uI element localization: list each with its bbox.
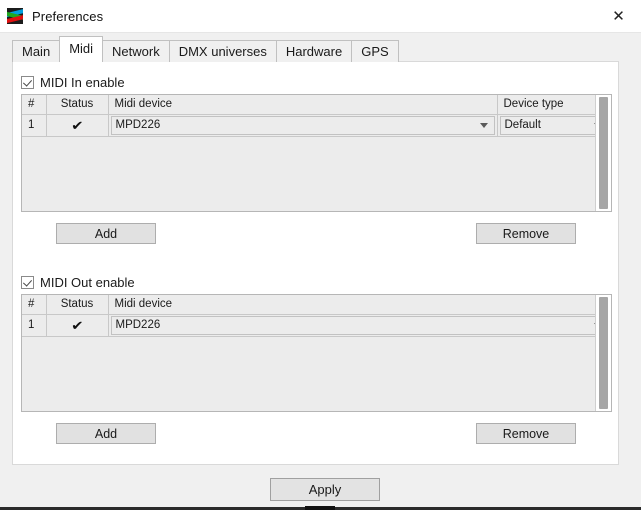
midi-in-table-grid: # Status Midi device Device type 1 ✔ MPD… bbox=[22, 95, 611, 137]
close-icon[interactable]: ✕ bbox=[596, 0, 641, 31]
midi-in-device-value: MPD226 bbox=[115, 119, 161, 131]
cell-index: 1 bbox=[22, 114, 47, 137]
tab-hardware[interactable]: Hardware bbox=[275, 40, 353, 62]
col-header-midi-device: Midi device bbox=[108, 95, 498, 115]
table-header-row: # Status Midi device Device type bbox=[22, 95, 611, 115]
status-check-icon: ✔ bbox=[70, 317, 84, 333]
midi-in-table-empty-area bbox=[22, 157, 595, 211]
tab-network[interactable]: Network bbox=[102, 40, 170, 62]
chevron-down-icon bbox=[479, 123, 488, 128]
tab-bar: Main Midi Network DMX universes Hardware… bbox=[12, 36, 399, 62]
midi-out-device-value: MPD226 bbox=[115, 319, 161, 331]
cell-status: ✔ bbox=[46, 114, 109, 137]
midi-out-enable-checkbox[interactable]: MIDI Out enable bbox=[21, 275, 135, 290]
cell-status: ✔ bbox=[46, 314, 109, 337]
midi-in-device-dropdown[interactable]: MPD226 bbox=[110, 115, 495, 135]
midi-in-remove-button[interactable]: Remove bbox=[476, 223, 576, 244]
midi-in-table-scrollbar[interactable] bbox=[595, 95, 611, 211]
status-check-icon: ✔ bbox=[70, 117, 84, 133]
table-row[interactable]: 1 ✔ MPD226 Default bbox=[22, 114, 611, 137]
midi-in-table[interactable]: # Status Midi device Device type 1 ✔ MPD… bbox=[21, 94, 612, 212]
midi-out-table-scrollbar[interactable] bbox=[595, 295, 611, 411]
midi-in-device-type-value: Default bbox=[504, 119, 541, 131]
midi-out-enable-label: MIDI Out enable bbox=[40, 275, 135, 290]
window-title-bar: Preferences ✕ bbox=[0, 0, 641, 33]
col-header-status: Status bbox=[46, 295, 109, 315]
col-header-status: Status bbox=[46, 95, 109, 115]
midi-in-enable-label: MIDI In enable bbox=[40, 75, 125, 90]
scrollbar-thumb[interactable] bbox=[599, 297, 608, 409]
table-header-row: # Status Midi device bbox=[22, 295, 611, 315]
col-header-index: # bbox=[22, 295, 47, 315]
tab-gps[interactable]: GPS bbox=[351, 40, 399, 62]
col-header-device-type: Device type bbox=[497, 95, 611, 115]
midi-in-enable-checkbox[interactable]: MIDI In enable bbox=[21, 75, 125, 90]
midi-out-table-empty-area bbox=[22, 357, 595, 411]
app-logo-icon bbox=[7, 8, 23, 24]
midi-out-add-button[interactable]: Add bbox=[56, 423, 156, 444]
window-title: Preferences bbox=[32, 8, 104, 24]
table-row[interactable]: 1 ✔ MPD226 bbox=[22, 314, 611, 337]
cell-device-type[interactable]: Default bbox=[497, 114, 611, 137]
midi-out-table[interactable]: # Status Midi device 1 ✔ MPD226 bbox=[21, 294, 612, 412]
tab-dmx-universes[interactable]: DMX universes bbox=[168, 40, 277, 62]
midi-out-device-dropdown[interactable]: MPD226 bbox=[110, 315, 609, 335]
midi-out-remove-button[interactable]: Remove bbox=[476, 423, 576, 444]
window-bottom-handle bbox=[305, 506, 335, 510]
col-header-midi-device: Midi device bbox=[108, 295, 611, 315]
checkbox-box bbox=[21, 276, 34, 289]
cell-midi-device[interactable]: MPD226 bbox=[108, 314, 611, 337]
scrollbar-thumb[interactable] bbox=[599, 97, 608, 209]
midi-in-add-button[interactable]: Add bbox=[56, 223, 156, 244]
col-header-index: # bbox=[22, 95, 47, 115]
cell-midi-device[interactable]: MPD226 bbox=[108, 114, 498, 137]
midi-tab-panel: MIDI In enable # Status Midi device Devi… bbox=[12, 61, 619, 465]
tab-main[interactable]: Main bbox=[12, 40, 61, 62]
checkbox-box bbox=[21, 76, 34, 89]
midi-in-device-type-dropdown[interactable]: Default bbox=[499, 115, 609, 135]
midi-out-table-grid: # Status Midi device 1 ✔ MPD226 bbox=[22, 295, 611, 337]
tab-midi[interactable]: Midi bbox=[59, 36, 104, 62]
cell-index: 1 bbox=[22, 314, 47, 337]
apply-button[interactable]: Apply bbox=[270, 478, 380, 501]
